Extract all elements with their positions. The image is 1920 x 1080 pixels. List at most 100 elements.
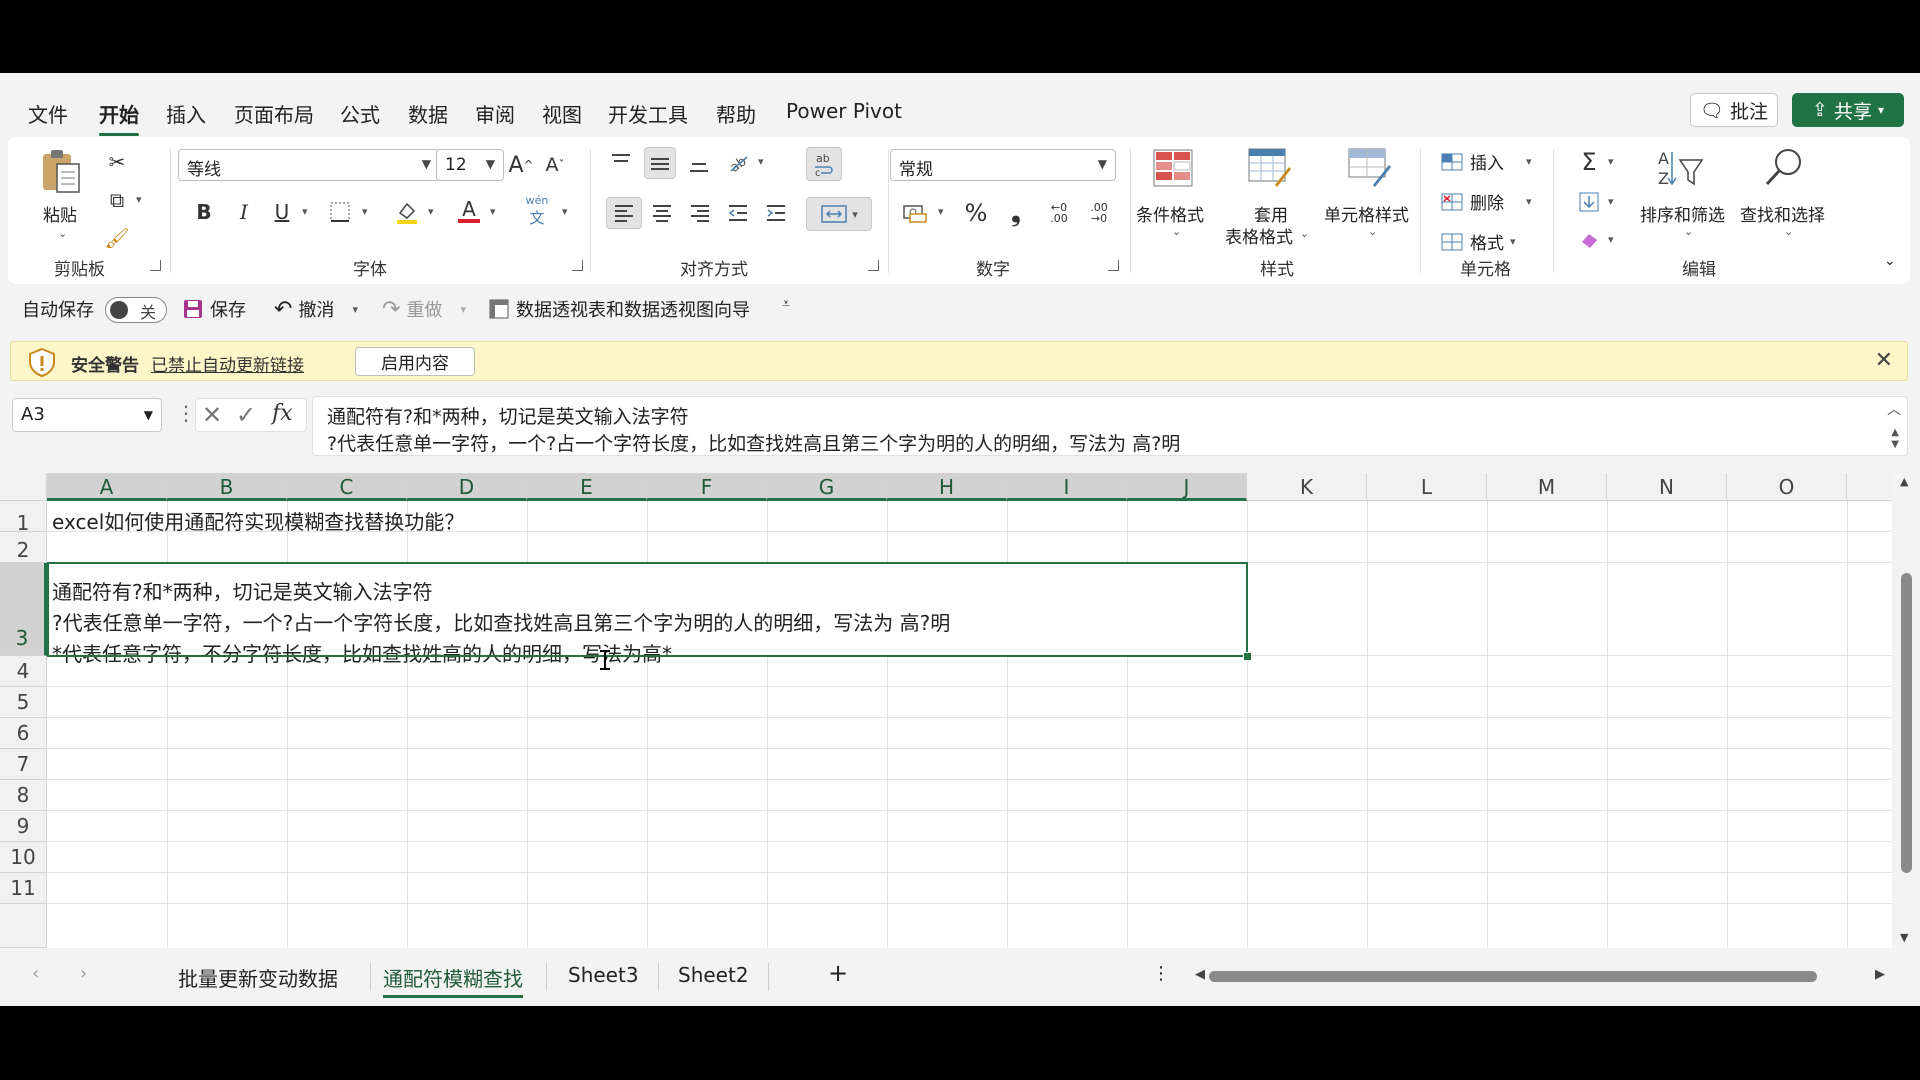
column-header-o[interactable]: O (1727, 473, 1847, 501)
cell-styles-icon[interactable] (1346, 145, 1392, 191)
tab-review[interactable]: 审阅 (475, 99, 515, 128)
align-left-icon[interactable] (606, 197, 642, 229)
horizontal-scroll-thumb[interactable] (1209, 971, 1817, 982)
orientation-dropdown[interactable]: ▾ (758, 155, 764, 168)
save-button[interactable]: 保存 (182, 296, 246, 322)
row-header-6[interactable]: 6 (0, 718, 47, 749)
worksheet-grid[interactable]: A B C D E F G H I J K L M N O 1 2 3 4 5 … (0, 473, 1892, 948)
column-header-c[interactable]: C (287, 473, 407, 501)
fill-handle[interactable] (1243, 652, 1252, 661)
row-header-3[interactable]: 3 (0, 563, 47, 656)
number-launcher-icon[interactable] (1108, 260, 1119, 271)
tab-file[interactable]: 文件 (28, 99, 68, 128)
cancel-icon[interactable]: ✕ (202, 401, 222, 429)
font-name-select[interactable]: 等线 ▼ (178, 149, 440, 181)
conditional-formatting-label[interactable]: 条件格式 (1136, 201, 1204, 226)
row-header-10[interactable]: 10 (0, 842, 47, 873)
sort-filter-icon[interactable]: AZ (1656, 145, 1704, 191)
column-header-i[interactable]: I (1007, 473, 1127, 501)
enable-content-button[interactable]: 启用内容 (355, 347, 475, 376)
sheet-tab-1[interactable]: 批量更新变动数据 (178, 963, 338, 992)
column-header-a[interactable]: A (47, 473, 167, 501)
column-header-d[interactable]: D (407, 473, 527, 501)
copy-dropdown[interactable]: ▾ (136, 193, 142, 206)
sheet-tab-2[interactable]: 通配符模糊查找 (383, 963, 523, 998)
share-button[interactable]: ⇪ 共享 ▾ (1792, 93, 1904, 127)
collapse-ribbon-icon[interactable]: ⌄ (1884, 253, 1896, 269)
tab-insert[interactable]: 插入 (166, 99, 206, 128)
customize-qat-icon[interactable]: ⩡ (782, 296, 790, 312)
insert-function-icon[interactable]: fx (272, 401, 293, 426)
number-format-select[interactable]: 常规 ▼ (890, 149, 1116, 181)
scroll-down-icon[interactable]: ▼ (1900, 931, 1908, 944)
tab-page-layout[interactable]: 页面布局 (234, 99, 314, 128)
paste-icon[interactable] (38, 147, 84, 197)
format-as-table-label-2[interactable]: 表格格式 (1225, 223, 1293, 248)
sort-filter-label[interactable]: 排序和筛选 (1640, 201, 1725, 226)
cut-icon[interactable]: ✂ (104, 149, 130, 175)
paste-dropdown[interactable]: ⌄ (58, 227, 67, 240)
fill-color-icon[interactable] (392, 197, 422, 227)
font-color-icon[interactable]: A (454, 195, 484, 227)
insert-cells-button[interactable]: 插入 ▾ (1440, 149, 1532, 174)
row-header-5[interactable]: 5 (0, 687, 47, 718)
scroll-right-icon[interactable]: ▶ (1875, 967, 1885, 982)
increase-font-icon[interactable]: A ^ (506, 149, 536, 181)
column-header-j[interactable]: J (1127, 473, 1247, 501)
cell-a3-selection[interactable] (47, 562, 1248, 657)
orientation-icon[interactable]: ab (724, 147, 754, 177)
conditional-formatting-icon[interactable] (1150, 145, 1196, 191)
column-header-g[interactable]: G (767, 473, 887, 501)
bold-icon[interactable]: B (190, 197, 218, 227)
column-header-m[interactable]: M (1487, 473, 1607, 501)
tab-data[interactable]: 数据 (408, 99, 448, 128)
column-header-b[interactable]: B (167, 473, 287, 501)
vertical-scroll-thumb[interactable] (1901, 573, 1912, 873)
row-header-11[interactable]: 11 (0, 873, 47, 904)
formula-input[interactable]: 通配符有?和*两种，切记是英文输入法字符 ?代表任意单一字符，一个?占一个字符长… (312, 396, 1908, 456)
sheet-tab-4[interactable]: Sheet2 (678, 963, 749, 987)
column-header-h[interactable]: H (887, 473, 1007, 501)
underline-dropdown[interactable]: ▾ (302, 205, 308, 218)
decrease-font-icon[interactable]: Aˇ (540, 149, 570, 181)
horizontal-scrollbar[interactable]: ◀ ▶ (1195, 967, 1885, 983)
name-box[interactable]: A3 ▼ (12, 398, 162, 432)
accounting-dropdown[interactable]: ▾ (938, 205, 944, 218)
cell-styles-label[interactable]: 单元格样式 (1324, 201, 1409, 226)
clear-icon[interactable] (1574, 225, 1604, 255)
row-header-2[interactable]: 2 (0, 532, 47, 563)
select-all-corner[interactable] (0, 473, 47, 501)
find-select-label[interactable]: 查找和选择 (1740, 201, 1825, 226)
collapse-formula-icon[interactable]: ︿ (1887, 399, 1901, 419)
column-header-k[interactable]: K (1247, 473, 1367, 501)
more-options-icon[interactable]: ⋮ (1152, 963, 1170, 984)
format-cells-button[interactable]: 格式 ▾ (1440, 229, 1516, 254)
previous-sheet-icon[interactable]: ‹ (32, 963, 39, 984)
decrease-decimal-icon[interactable]: .00 →0 (1082, 197, 1116, 229)
format-as-table-icon[interactable] (1246, 145, 1292, 191)
align-middle-icon[interactable] (644, 147, 676, 179)
alignment-launcher-icon[interactable] (868, 260, 879, 271)
column-header-f[interactable]: F (647, 473, 767, 501)
row-header-4[interactable]: 4 (0, 656, 47, 687)
phonetic-dropdown[interactable]: ▾ (562, 205, 568, 218)
redo-dropdown[interactable]: ▾ (460, 303, 466, 316)
clipboard-launcher-icon[interactable] (150, 260, 161, 271)
accounting-format-icon[interactable] (898, 197, 932, 229)
phonetic-icon[interactable]: wén 文 (520, 194, 554, 227)
font-launcher-icon[interactable] (572, 260, 583, 271)
wrap-text-icon[interactable]: ab c (806, 147, 842, 181)
percent-icon[interactable]: % (960, 197, 992, 229)
autosum-icon[interactable]: Σ (1574, 147, 1604, 177)
security-warning-link[interactable]: 已禁止自动更新链接 (151, 351, 304, 376)
tab-developer[interactable]: 开发工具 (608, 99, 688, 128)
enter-icon[interactable]: ✓ (236, 401, 256, 429)
increase-indent-icon[interactable] (760, 197, 792, 229)
merge-center-icon[interactable]: ▾ (806, 197, 872, 231)
align-right-icon[interactable] (684, 197, 716, 229)
border-dropdown[interactable]: ▾ (362, 205, 368, 218)
find-select-icon[interactable] (1760, 145, 1808, 191)
column-header-l[interactable]: L (1367, 473, 1487, 501)
column-header-e[interactable]: E (527, 473, 647, 501)
fill-icon[interactable] (1574, 187, 1604, 217)
